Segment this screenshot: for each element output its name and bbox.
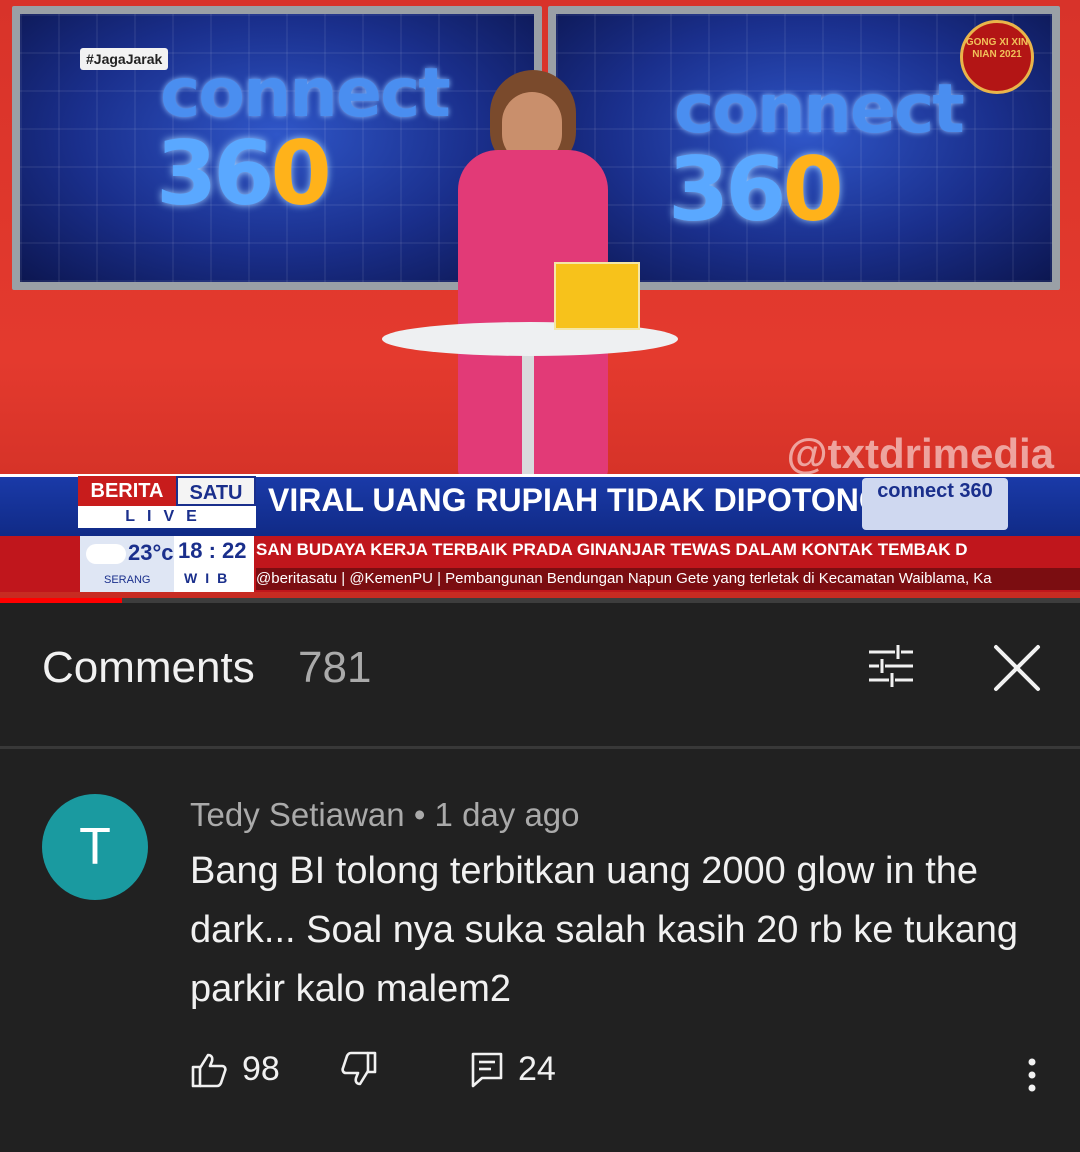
cloud-icon <box>86 544 126 564</box>
comment-item: T Tedy Setiawan • 1 day ago Bang BI tolo… <box>0 760 1080 1152</box>
header-divider <box>0 746 1080 749</box>
clock-time: 18 : 22 <box>178 538 247 563</box>
news-headline: VIRAL UANG RUPIAH TIDAK DIPOTONG <box>268 482 884 518</box>
like-count: 98 <box>242 1050 280 1088</box>
brand-360-text: 360 <box>156 122 332 225</box>
channel-name-part2: SATU <box>176 476 256 506</box>
thumbs-up-icon <box>191 1053 227 1087</box>
temperature: 23°c <box>128 540 174 565</box>
close-comments-button[interactable] <box>986 637 1048 699</box>
reply-count: 24 <box>518 1050 556 1088</box>
city-label: SERANG <box>104 574 151 586</box>
reply-button[interactable]: 24 <box>470 1050 556 1089</box>
channel-name-part1: BERITA <box>78 476 176 506</box>
comment-time: 1 day ago <box>434 796 580 833</box>
table-leg <box>522 350 534 480</box>
more-options-button[interactable] <box>1012 1050 1052 1100</box>
new-year-badge: GONG XI XIN NIAN 2021 <box>960 20 1034 94</box>
avatar-letter: T <box>79 818 111 876</box>
weather-widget: 23°c SERANG <box>80 536 174 592</box>
like-button[interactable]: 98 <box>190 1050 280 1089</box>
thumbs-down-icon <box>341 1051 377 1086</box>
brand-360-text: 360 <box>668 138 844 241</box>
product-box <box>554 262 640 330</box>
sort-filter-button[interactable] <box>862 637 920 695</box>
hashtag-label: #JagaJarak <box>80 48 169 70</box>
show-mini-logo: connect 360 <box>862 478 1008 530</box>
reply-comment-icon <box>471 1052 503 1087</box>
comments-title: Comments <box>42 643 255 692</box>
clock-widget: 18 : 22 WIB <box>174 536 254 592</box>
video-player[interactable]: connect 360 #JagaJarak connect 360 GONG … <box>0 0 1080 598</box>
ticker-top-text: SAN BUDAYA KERJA TERBAIK PRADA GINANJAR … <box>256 540 968 559</box>
comment-author[interactable]: Tedy Setiawan <box>190 796 405 833</box>
avatar[interactable]: T <box>42 794 148 900</box>
sliders-icon <box>869 645 913 687</box>
timezone-label: WIB <box>184 570 236 586</box>
comment-text: Bang BI tolong terbitkan uang 2000 glow … <box>190 850 1019 1010</box>
meta-separator: • <box>413 796 426 833</box>
dislike-button[interactable] <box>340 1050 378 1088</box>
watermark-text: @txtdrimedia <box>786 430 1054 477</box>
close-icon <box>994 645 1040 691</box>
comment-meta: Tedy Setiawan • 1 day ago <box>190 796 580 834</box>
channel-logo: BERITA SATU LIVE <box>78 476 258 530</box>
comments-header: Comments 781 <box>0 603 1080 729</box>
ticker-bottom-text: @beritasatu | @KemenPU | Pembangunan Ben… <box>256 568 1080 590</box>
more-vert-icon <box>1028 1058 1036 1092</box>
studio-screen-right: connect 360 GONG XI XIN NIAN 2021 <box>548 6 1060 290</box>
comment-actions: 98 24 <box>190 1050 1050 1100</box>
comments-count: 781 <box>298 643 372 692</box>
live-label: LIVE <box>78 506 256 528</box>
